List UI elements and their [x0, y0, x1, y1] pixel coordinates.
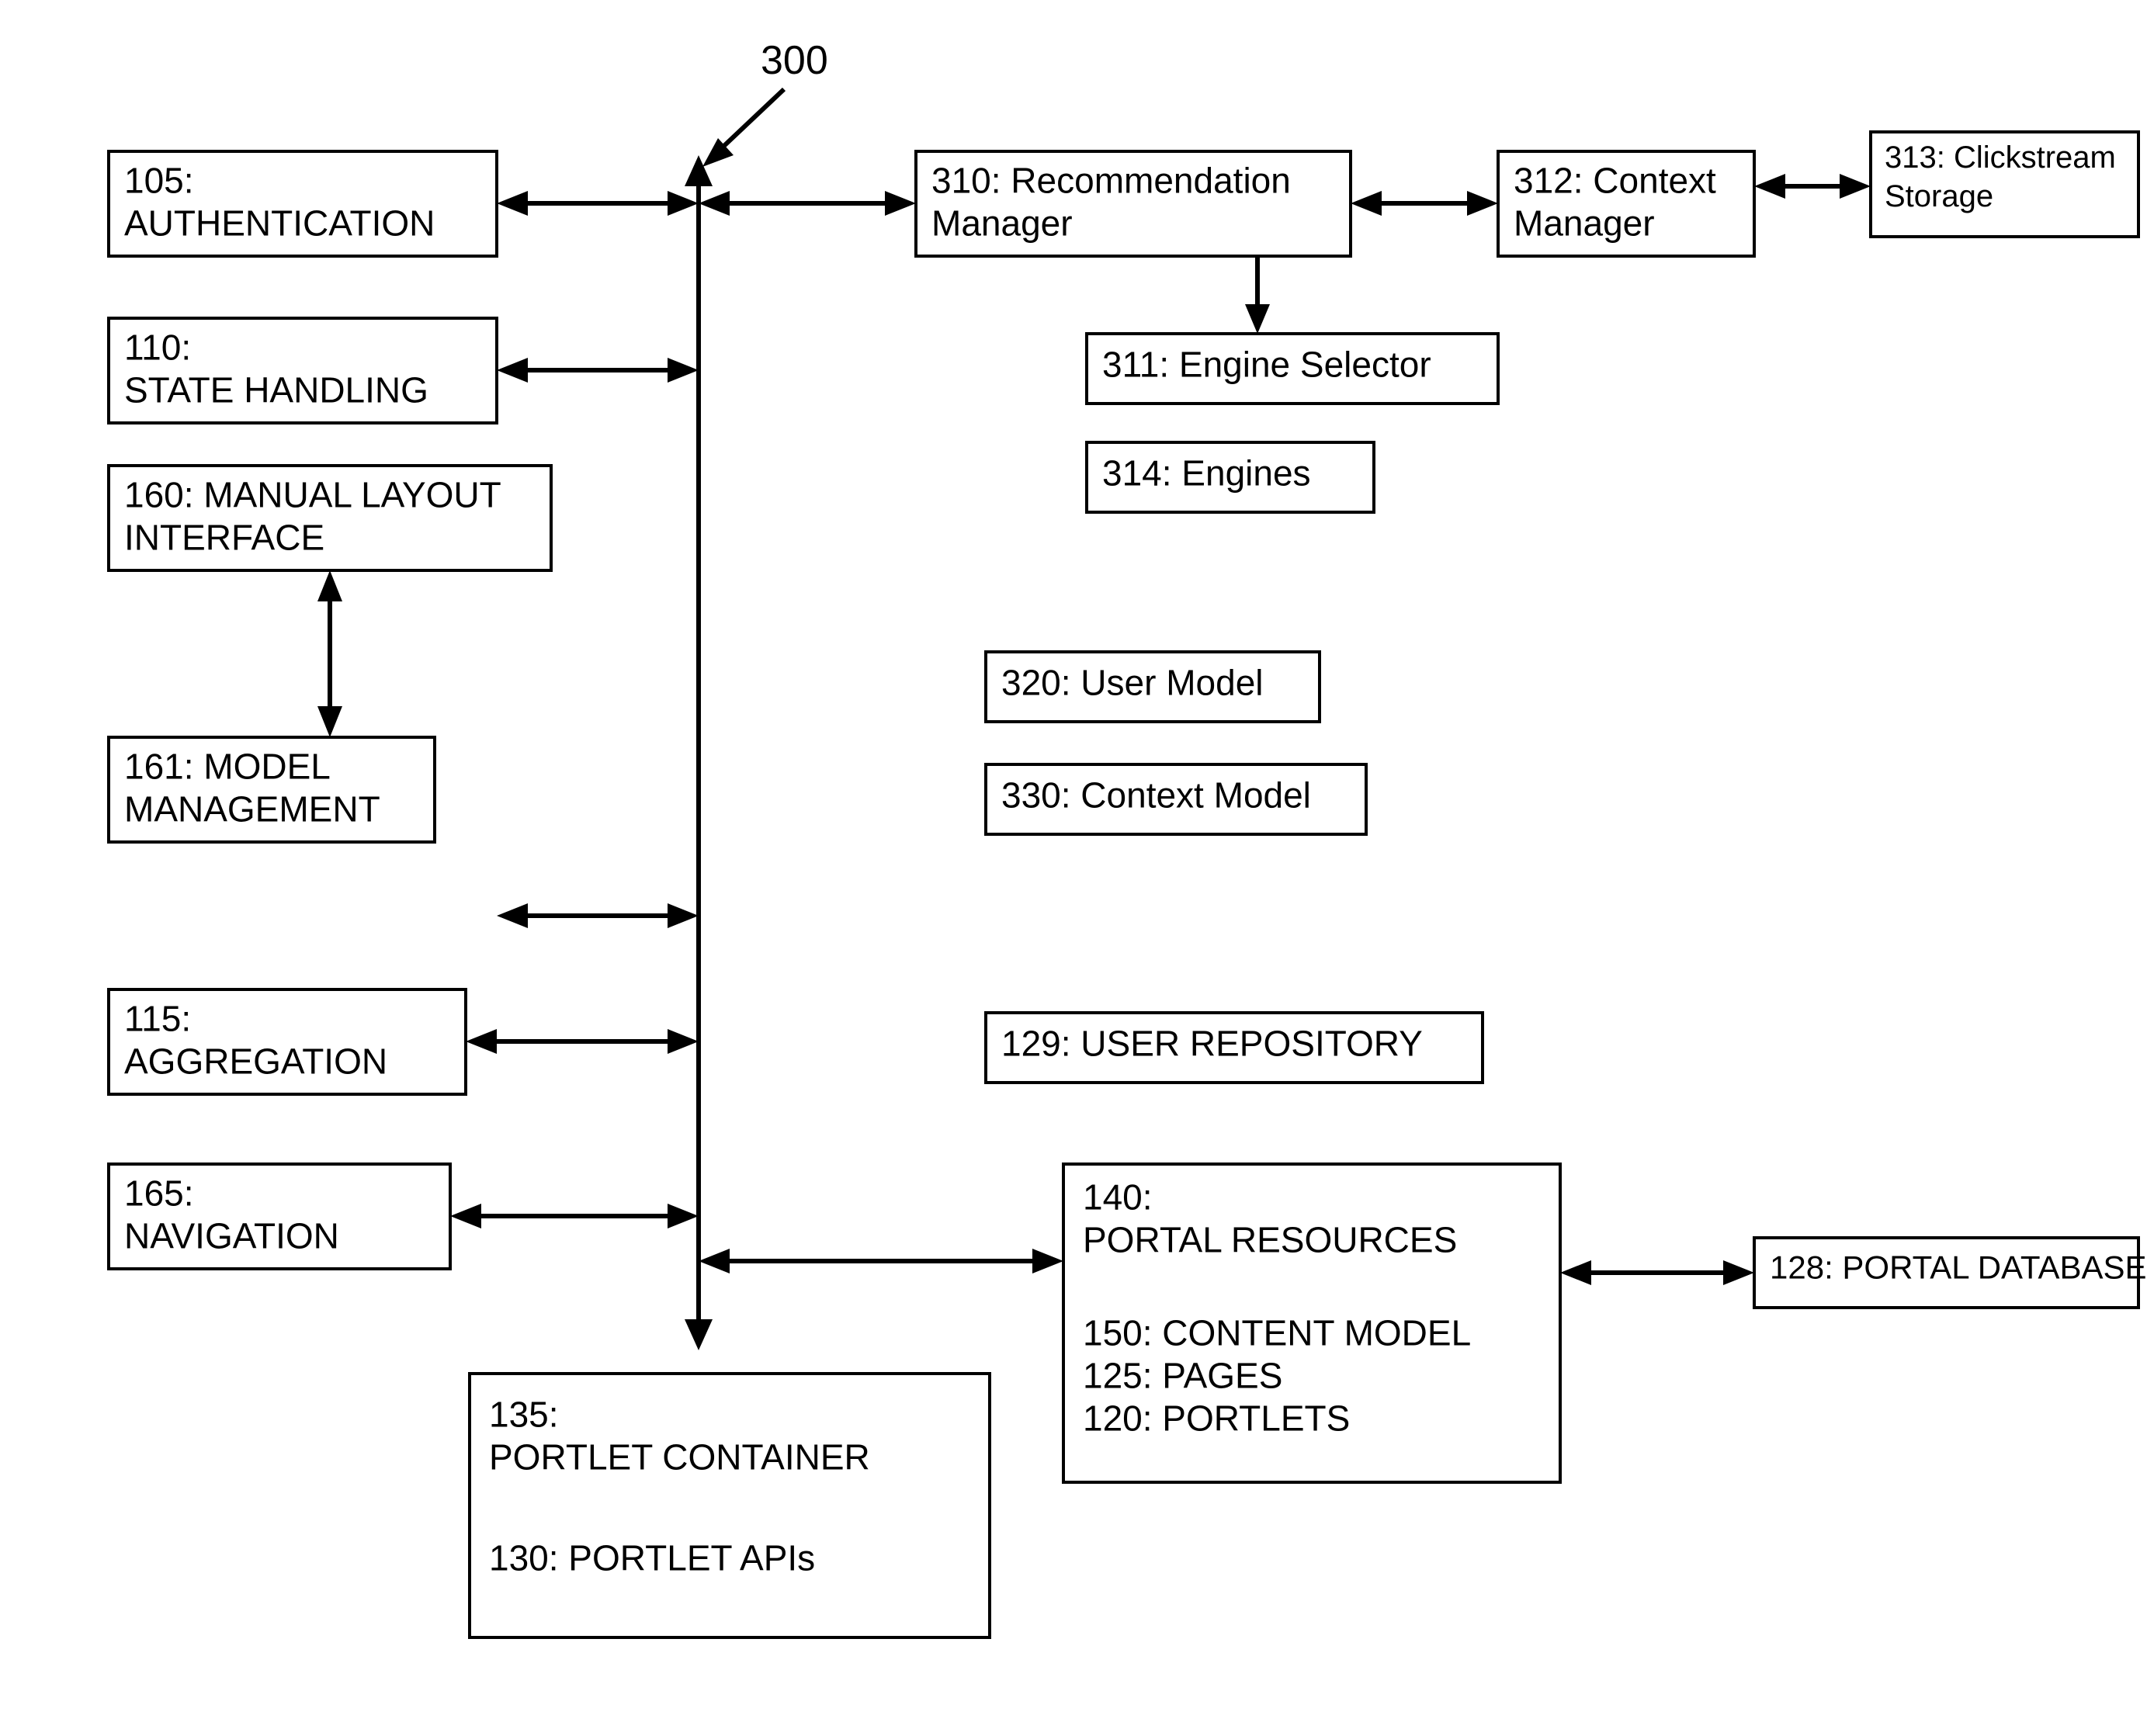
- box-161-line1: 161: MODEL: [124, 747, 331, 787]
- b314-l1: 314: Engines: [1102, 453, 1311, 494]
- box-128-portal-database: 128: PORTAL DATABASE: [1754, 1238, 2147, 1308]
- box-105-authentication: 105: AUTHENTICATION: [109, 151, 497, 256]
- box-110-line2: STATE HANDLING: [124, 370, 428, 411]
- b128-l1: 128: PORTAL DATABASE: [1770, 1249, 2147, 1285]
- box-105-line1: 105:: [124, 161, 194, 201]
- box-135-line3: 130: PORTLET APIs: [489, 1538, 815, 1578]
- box-115-aggregation: 115: AGGREGATION: [109, 989, 466, 1094]
- box-110-line1: 110:: [124, 327, 191, 368]
- b310-l2: Manager: [931, 203, 1073, 244]
- box-115-line1: 115:: [124, 999, 191, 1039]
- b140-l5: 120: PORTLETS: [1083, 1398, 1350, 1439]
- central-bus: [685, 155, 713, 1350]
- box-161-line2: MANAGEMENT: [124, 789, 380, 830]
- box-314-engines: 314: Engines: [1087, 442, 1374, 512]
- box-165-navigation: 165: NAVIGATION: [109, 1164, 450, 1269]
- box-160-line2: INTERFACE: [124, 518, 324, 558]
- b313-l1: 313: Clickstream: [1885, 140, 2116, 175]
- box-313: 313: Clickstream Storage: [1871, 132, 2138, 237]
- connector-115-bus: [466, 1029, 699, 1054]
- box-160-manual-layout-interface: 160: MANUAL LAYOUT INTERFACE: [109, 466, 551, 570]
- box-140-portal-resources: 140: PORTAL RESOURCES 150: CONTENT MODEL…: [1063, 1164, 1560, 1482]
- b310-l1: 310: Recommendation: [931, 161, 1291, 201]
- b129-l1: 129: USER REPOSITORY: [1001, 1024, 1423, 1064]
- b330-l1: 330: Context Model: [1001, 775, 1311, 816]
- box-160-line1: 160: MANUAL LAYOUT: [124, 475, 501, 515]
- box-165-line1: 165:: [124, 1173, 194, 1214]
- box-105-line2: AUTHENTICATION: [124, 203, 435, 244]
- connector-161-bus: [497, 903, 699, 928]
- b140-l1: 140:: [1083, 1177, 1153, 1218]
- b311-l1: 311: Engine Selector: [1102, 345, 1431, 385]
- box-165-line2: NAVIGATION: [124, 1216, 339, 1256]
- box-135-line1: 135:: [489, 1395, 559, 1435]
- box-129-user-repository: 129: USER REPOSITORY: [986, 1013, 1483, 1083]
- box-320-user-model: 320: User Model: [986, 652, 1320, 722]
- box-135-portlet-container: 135: PORTLET CONTAINER 130: PORTLET APIs: [470, 1374, 990, 1637]
- box-310: 310: Recommendation Manager: [916, 151, 1351, 256]
- box-110-state-handling: 110: STATE HANDLING: [109, 318, 497, 423]
- box-135-line2: PORTLET CONTAINER: [489, 1437, 870, 1478]
- b140-l2: PORTAL RESOURCES: [1083, 1220, 1457, 1260]
- architecture-diagram: 300 105: AUTHENTICATION 110: STATE HANDL…: [0, 0, 2147, 1736]
- box-161-model-management: 161: MODEL MANAGEMENT: [109, 737, 435, 842]
- box-330-context-model: 330: Context Model: [986, 764, 1366, 834]
- connector-160-161: [317, 570, 342, 737]
- b140-l3: 150: CONTENT MODEL: [1083, 1313, 1471, 1353]
- b313-l2: Storage: [1885, 179, 1993, 213]
- conn-140-128: [1560, 1260, 1754, 1285]
- b320-l1: 320: User Model: [1001, 663, 1264, 703]
- b312-l2: Manager: [1514, 203, 1655, 244]
- connector-110-bus: [497, 358, 699, 383]
- connector-bus-310: [699, 191, 916, 216]
- connector-165-bus: [450, 1204, 699, 1228]
- conn-bus-140: [699, 1249, 1063, 1273]
- connector-105-bus: [497, 191, 699, 216]
- box-115-line2: AGGREGATION: [124, 1041, 387, 1082]
- box-311-engine-selector: 311: Engine Selector: [1087, 334, 1498, 404]
- b140-l4: 125: PAGES: [1083, 1356, 1282, 1396]
- b312-l1: 312: Context: [1514, 161, 1716, 201]
- callout-300-label: 300: [761, 38, 828, 83]
- callout-300: 300: [702, 38, 828, 167]
- box-312: 312: Context Manager: [1498, 151, 1754, 256]
